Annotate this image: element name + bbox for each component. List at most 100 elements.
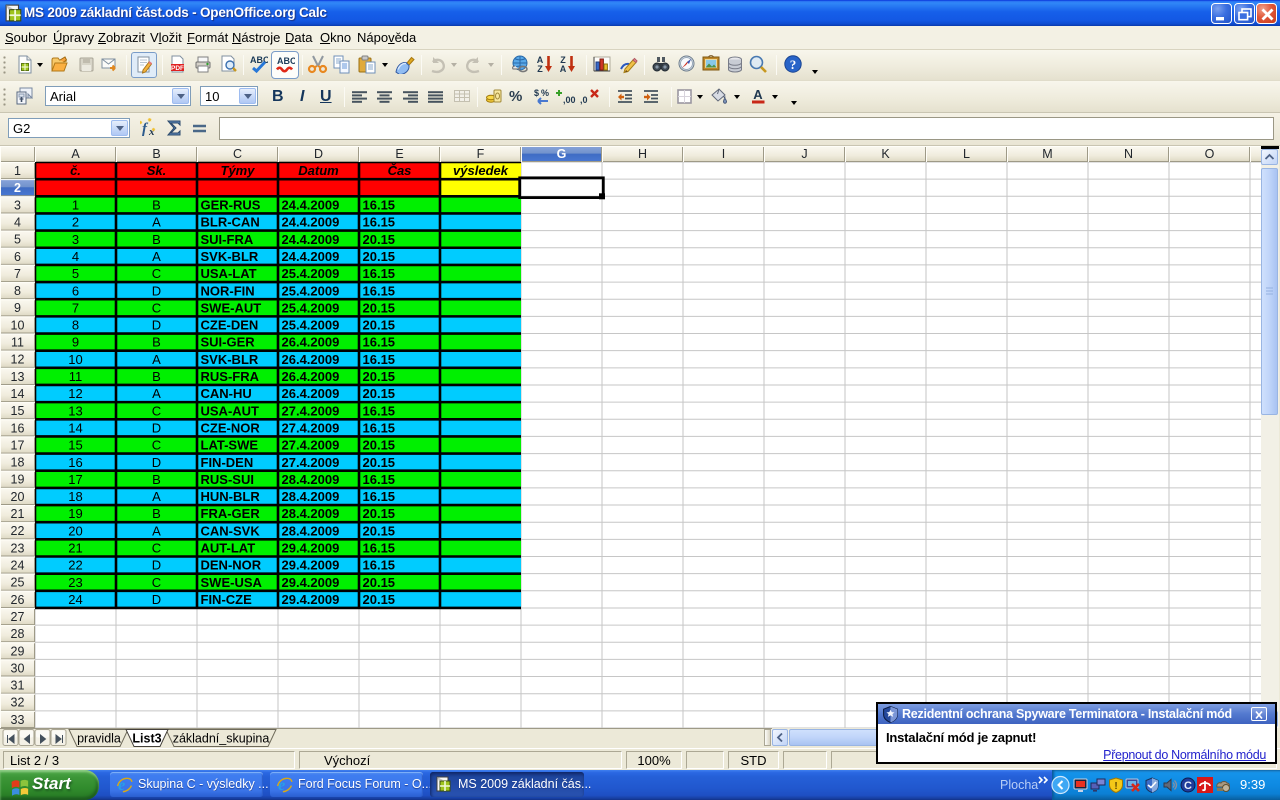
svg-text:ABC: ABC: [277, 56, 295, 66]
svg-text:16: 16: [11, 421, 25, 435]
svg-text:30: 30: [11, 661, 25, 675]
svg-text:19: 19: [68, 506, 82, 521]
svg-text:RUS-FRA: RUS-FRA: [201, 369, 260, 384]
svg-text:28.4.2009: 28.4.2009: [282, 506, 340, 521]
svg-text:pravidla: pravidla: [77, 732, 121, 746]
svg-text:základní_skupina: základní_skupina: [173, 732, 270, 746]
svg-text:B: B: [152, 369, 161, 384]
svg-text:24.4.2009: 24.4.2009: [282, 215, 340, 230]
svg-text:20.15: 20.15: [363, 523, 396, 538]
svg-text:31: 31: [11, 679, 25, 693]
svg-text:DEN-NOR: DEN-NOR: [201, 558, 262, 573]
svg-text:20.15: 20.15: [363, 438, 396, 453]
svg-text:A: A: [71, 147, 80, 161]
svg-text:29: 29: [11, 644, 25, 658]
svg-text:C: C: [152, 438, 161, 453]
svg-text:K: K: [881, 147, 890, 161]
svg-text:9: 9: [14, 301, 21, 315]
svg-text:C: C: [152, 575, 161, 590]
svg-text:15: 15: [68, 438, 82, 453]
svg-text:20: 20: [11, 490, 25, 504]
svg-text:O: O: [1205, 147, 1215, 161]
svg-text:B: B: [152, 232, 161, 247]
svg-text:26.4.2009: 26.4.2009: [282, 369, 340, 384]
svg-text:16.15: 16.15: [363, 266, 396, 281]
svg-text:18: 18: [68, 489, 82, 504]
svg-text:1: 1: [72, 198, 79, 213]
svg-text:29.4.2009: 29.4.2009: [282, 575, 340, 590]
svg-text:15: 15: [11, 404, 25, 418]
svg-text:CZE-NOR: CZE-NOR: [201, 420, 261, 435]
svg-text:20.15: 20.15: [363, 506, 396, 521]
svg-text:C: C: [152, 266, 161, 281]
svg-text:SUI-GER: SUI-GER: [201, 335, 256, 350]
svg-text:8: 8: [72, 318, 79, 333]
svg-text:FRA-GER: FRA-GER: [201, 506, 261, 521]
svg-text:A: A: [152, 352, 161, 367]
svg-text:21: 21: [11, 507, 25, 521]
svg-text:10: 10: [68, 352, 82, 367]
svg-text:č.: č.: [70, 163, 81, 178]
svg-text:24: 24: [68, 592, 82, 607]
svg-text:A: A: [152, 386, 161, 401]
svg-text:20: 20: [68, 523, 82, 538]
svg-text:GER-RUS: GER-RUS: [201, 198, 261, 213]
svg-text:25: 25: [11, 576, 25, 590]
svg-text:20.15: 20.15: [363, 455, 396, 470]
svg-text:20.15: 20.15: [363, 232, 396, 247]
svg-text:16.15: 16.15: [363, 420, 396, 435]
svg-text:23: 23: [11, 541, 25, 555]
svg-text:I: I: [722, 147, 725, 161]
svg-text:16.15: 16.15: [363, 283, 396, 298]
svg-text:CZE-DEN: CZE-DEN: [201, 318, 259, 333]
svg-text:25.4.2009: 25.4.2009: [282, 318, 340, 333]
svg-text:Datum: Datum: [298, 163, 339, 178]
svg-text:23: 23: [68, 575, 82, 590]
svg-text:16.15: 16.15: [363, 403, 396, 418]
svg-text:16: 16: [68, 455, 82, 470]
svg-text:J: J: [801, 147, 807, 161]
svg-text:SWE-USA: SWE-USA: [201, 575, 263, 590]
svg-text:výsledek: výsledek: [453, 163, 509, 178]
svg-text:24.4.2009: 24.4.2009: [282, 232, 340, 247]
svg-text:CAN-HU: CAN-HU: [201, 386, 252, 401]
svg-text:24.4.2009: 24.4.2009: [282, 249, 340, 264]
svg-text:2: 2: [14, 181, 21, 195]
svg-text:20.15: 20.15: [363, 300, 396, 315]
svg-text:?: ?: [790, 57, 797, 72]
svg-text:G: G: [557, 147, 567, 161]
svg-text:24.4.2009: 24.4.2009: [282, 198, 340, 213]
svg-text:26.4.2009: 26.4.2009: [282, 352, 340, 367]
svg-text:25.4.2009: 25.4.2009: [282, 300, 340, 315]
svg-text:20.15: 20.15: [363, 386, 396, 401]
svg-text:D: D: [152, 283, 161, 298]
svg-text:20.15: 20.15: [363, 318, 396, 333]
svg-text:16.15: 16.15: [363, 352, 396, 367]
svg-text:FIN-CZE: FIN-CZE: [201, 592, 253, 607]
svg-text:A: A: [152, 523, 161, 538]
svg-text:27.4.2009: 27.4.2009: [282, 455, 340, 470]
svg-text:27.4.2009: 27.4.2009: [282, 420, 340, 435]
svg-text:!: !: [1114, 781, 1117, 792]
svg-text:Týmy: Týmy: [221, 163, 256, 178]
svg-text:C: C: [233, 147, 242, 161]
svg-text:A: A: [753, 88, 763, 102]
svg-text:SUI-FRA: SUI-FRA: [201, 232, 254, 247]
svg-text:12: 12: [11, 353, 25, 367]
svg-text:B: B: [152, 198, 161, 213]
svg-text:LAT-SWE: LAT-SWE: [201, 438, 259, 453]
svg-text:4: 4: [72, 249, 79, 264]
svg-text:FIN-DEN: FIN-DEN: [201, 455, 254, 470]
svg-text:7: 7: [72, 300, 79, 315]
svg-text:16.15: 16.15: [363, 198, 396, 213]
svg-text:C: C: [1184, 780, 1192, 792]
svg-text:16.15: 16.15: [363, 472, 396, 487]
svg-text:18: 18: [11, 456, 25, 470]
svg-text:f: f: [142, 121, 149, 137]
svg-text:17: 17: [11, 438, 25, 452]
svg-text:4: 4: [14, 215, 21, 229]
svg-text:25.4.2009: 25.4.2009: [282, 266, 340, 281]
svg-text:USA-LAT: USA-LAT: [201, 266, 257, 281]
svg-text:10: 10: [11, 318, 25, 332]
svg-text:N: N: [1124, 147, 1133, 161]
